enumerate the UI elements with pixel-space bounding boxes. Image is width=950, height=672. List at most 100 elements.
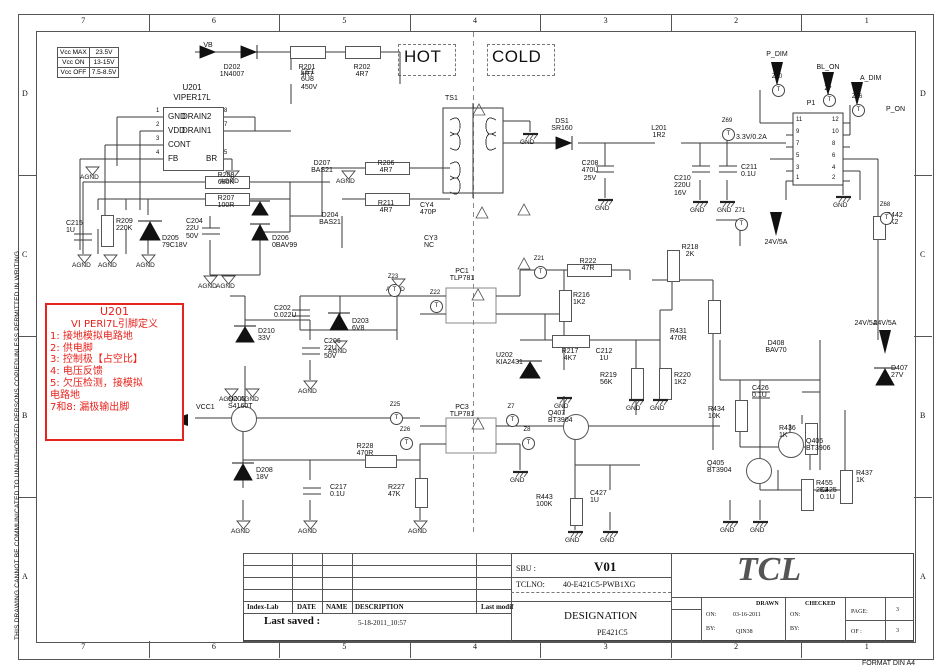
testpoint-z7[interactable]: T bbox=[506, 414, 519, 427]
res-r216: R216 1K2 bbox=[573, 292, 590, 307]
cap-c202-value: 0.022U bbox=[274, 312, 297, 320]
rev-col-lastmodif: Last modif bbox=[481, 603, 514, 611]
testpoint-z22[interactable]: T bbox=[430, 300, 443, 313]
cap-cy3-ref: CY3 bbox=[424, 235, 438, 242]
note-title: U201 bbox=[99, 305, 130, 318]
res-r219: R219 56K bbox=[600, 372, 617, 387]
gnd-symbol: GND bbox=[554, 396, 574, 412]
transistor-q407-value: BT3904 bbox=[548, 417, 573, 425]
diode-d407-value: 27V bbox=[891, 372, 904, 380]
testpoint-z66[interactable]: T bbox=[852, 104, 865, 117]
res-r217: R217 4K7 bbox=[562, 348, 579, 363]
opto-pc3-ref: PC3 bbox=[455, 404, 469, 411]
testpoint-label-z66: Z66 bbox=[851, 94, 863, 100]
titleblock-rule bbox=[885, 597, 886, 641]
diode-d207-ref: D207 bbox=[313, 160, 331, 167]
res-r431-value: 470R bbox=[670, 335, 687, 343]
p1-pin-5: 5 bbox=[796, 153, 800, 159]
u201-pinnum-1: 1 bbox=[156, 108, 160, 114]
diode-d205-ref: D205 bbox=[162, 235, 179, 242]
res-r222-value: 47R bbox=[581, 265, 595, 273]
p1-pin-6: 6 bbox=[832, 153, 836, 159]
p1-pin-2: 2 bbox=[832, 175, 836, 181]
cap-cy4-value: 470P bbox=[420, 209, 437, 217]
transistor-q405-ref: Q405 bbox=[707, 460, 725, 467]
titleblock-rule bbox=[671, 609, 701, 610]
agnd-symbol: AGND bbox=[80, 166, 100, 182]
transistor-q406-value: BT3906 bbox=[806, 445, 831, 453]
diode-ds1: DS1 SR160 bbox=[551, 118, 572, 133]
res-r436: R436 1K bbox=[779, 425, 796, 440]
agnd-symbol: AGND bbox=[298, 380, 318, 396]
res-r455-body bbox=[801, 479, 814, 511]
connector-p1: P1 bbox=[807, 100, 816, 107]
testpoint-label-z7: Z7 bbox=[507, 404, 515, 410]
testpoint-z69[interactable]: T bbox=[722, 128, 735, 141]
drawn-by-label: BY: bbox=[706, 626, 716, 632]
cap-c212-ref: C212 bbox=[595, 348, 613, 355]
res-r437: R437 1K bbox=[856, 470, 873, 485]
diode-d210-ref: D210 bbox=[258, 328, 275, 335]
testpoint-z68[interactable]: T bbox=[880, 212, 893, 225]
testpoint-z70[interactable]: T bbox=[772, 84, 785, 97]
testpoint-z8[interactable]: T bbox=[522, 437, 535, 450]
net-label-vb-ref: VB bbox=[203, 42, 213, 49]
cap-c212: C212 1U bbox=[596, 348, 613, 363]
net-label-v24a: 24V/5A bbox=[764, 239, 788, 246]
transistor-q407: Q407 BT3904 bbox=[548, 410, 573, 425]
testpoint-label-z25: Z25 bbox=[389, 402, 401, 408]
testpoint-label-z26: Z26 bbox=[399, 427, 411, 433]
of-value: 3 bbox=[896, 628, 899, 634]
diode-d202: D202 1N4007 bbox=[220, 64, 245, 79]
testpoint-z-unknown[interactable]: T bbox=[823, 94, 836, 107]
cap-cy3-value: NC bbox=[424, 242, 435, 250]
res-r220: R220 1K2 bbox=[674, 372, 691, 387]
warning-icon bbox=[517, 257, 531, 270]
schematic-sheet: 7654321 7654321 DCBA DCBA THIS DRAWING C… bbox=[0, 0, 950, 672]
agnd-symbol: AGND bbox=[408, 520, 428, 536]
diode-d210-value: 33V bbox=[258, 335, 271, 343]
rev-col-index: Index-Lab bbox=[247, 603, 279, 611]
note-line-6: 电路地 bbox=[50, 389, 80, 401]
diode-d206-value: 0BAV99 bbox=[272, 242, 298, 250]
cap-c212-value: 1U bbox=[599, 355, 609, 363]
testpoint-z25[interactable]: T bbox=[390, 412, 403, 425]
note-line-4: 4: 电压反馈 bbox=[50, 366, 103, 378]
titleblock-rule bbox=[243, 553, 511, 554]
net-label-bl_on: BL_ON bbox=[816, 64, 840, 71]
p1-pin-7: 7 bbox=[796, 141, 800, 147]
testpoint-z71[interactable]: T bbox=[735, 218, 748, 231]
page-value: 3 bbox=[896, 607, 899, 613]
agnd-symbol: AGND bbox=[328, 340, 348, 356]
diode-d408-ref: D408 bbox=[767, 340, 785, 347]
diode-d408-value: BAV70 bbox=[765, 347, 787, 355]
testpoint-z26[interactable]: T bbox=[400, 437, 413, 450]
rev-col-name: NAME bbox=[326, 603, 348, 611]
res-r209: R209 220K bbox=[116, 218, 133, 233]
res-r206-value: 4R7 bbox=[379, 167, 393, 175]
res-r218-body bbox=[667, 250, 680, 282]
res-r227: R227 47K bbox=[388, 484, 405, 499]
note-line-2: 2: 供电脚 bbox=[50, 342, 93, 354]
gnd-symbol: GND bbox=[600, 530, 620, 546]
diode-d204-value: BAS21 bbox=[319, 219, 341, 227]
res-r227-ref: R227 bbox=[388, 484, 405, 491]
cap-c215-ref: C215 bbox=[66, 220, 83, 227]
testpoint-z21[interactable]: T bbox=[534, 266, 547, 279]
cap-c210-value-1: 16V bbox=[674, 189, 687, 197]
p1-pin-1: 1 bbox=[796, 175, 800, 181]
testpoint-z23[interactable]: T bbox=[388, 284, 401, 297]
note-line-1: 1: 接地模拟电路地 bbox=[50, 330, 133, 342]
transistor-q406: Q406 BT3906 bbox=[806, 438, 831, 453]
designation-label: DESIGNATION bbox=[564, 610, 638, 622]
cap-c217-value: 0.1U bbox=[330, 491, 345, 499]
cap-c204: C204 22U 50V bbox=[186, 218, 203, 240]
tclno-value: 40-E421C5-PWB1XG bbox=[563, 580, 636, 589]
res-r436-value: 1K bbox=[779, 432, 788, 440]
testpoint-label-z69: Z69 bbox=[721, 118, 733, 124]
res-r220-ref: R220 bbox=[674, 372, 691, 379]
res-r228-ref: R228 bbox=[356, 443, 374, 450]
u201-pinnum-2: 2 bbox=[156, 122, 160, 128]
cap-c211-ref: C211 bbox=[741, 164, 758, 171]
cap-c426-value: 0.1U bbox=[752, 392, 767, 400]
